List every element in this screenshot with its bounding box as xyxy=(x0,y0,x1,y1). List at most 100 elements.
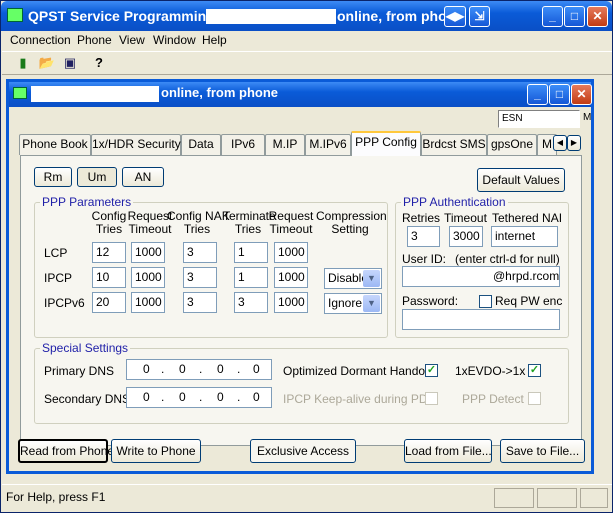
phone-icon[interactable]: ▮ xyxy=(12,53,34,75)
app-icon xyxy=(7,8,23,22)
ipcp-keepalive-checkbox xyxy=(425,392,438,405)
write-to-phone-button[interactable]: Write to Phone xyxy=(111,439,201,463)
lcp-config-tries-input[interactable]: 12 xyxy=(92,242,126,263)
lcp-request-timeout-input[interactable]: 1000 xyxy=(131,242,165,263)
secondary-dns-input[interactable]: 0 . 0 . 0 . 0 xyxy=(126,387,272,408)
minimize-button[interactable]: _ xyxy=(527,84,548,105)
tab-gpsone[interactable]: gpsOne xyxy=(487,134,537,155)
evdo-label: 1xEVDO->1x xyxy=(455,364,526,378)
menu-help[interactable]: Help xyxy=(202,33,227,47)
subtab-rm[interactable]: Rm xyxy=(34,167,72,187)
subtab-an[interactable]: AN xyxy=(122,167,164,187)
dormant-handoff-checkbox[interactable]: ✓ xyxy=(425,364,438,377)
tab-mipv6[interactable]: M.IPv6 xyxy=(305,134,351,155)
open-folder-icon[interactable]: 📂 xyxy=(36,53,58,75)
tab-phone-book[interactable]: Phone Book xyxy=(19,134,91,155)
ipcpv6-terminate-timeout-input[interactable]: 1000 xyxy=(274,292,308,313)
esn-suffix: M xyxy=(583,112,592,123)
tab-ppp-config[interactable]: PPP Config xyxy=(351,131,421,156)
redacted-phone-id xyxy=(206,9,336,24)
phone-child-window: online, from phone _ □ ✕ ESN M Phone Boo… xyxy=(6,79,594,474)
ipcpv6-config-tries-input[interactable]: 20 xyxy=(92,292,126,313)
esn-label: ESN xyxy=(502,113,523,124)
chevron-down-icon: ▼ xyxy=(363,270,380,287)
tab-1x-hdr-security[interactable]: 1x/HDR Security xyxy=(91,134,181,155)
subtab-um[interactable]: Um xyxy=(77,167,117,187)
tethered-nai-input[interactable]: internet xyxy=(491,226,558,247)
close-button[interactable]: ✕ xyxy=(587,6,608,27)
status-bar: For Help, press F1 xyxy=(2,484,612,512)
lcp-terminate-tries-input[interactable]: 1 xyxy=(234,242,268,263)
ipcp-config-nak-input[interactable]: 3 xyxy=(183,267,217,288)
primary-dns-label: Primary DNS xyxy=(44,364,115,378)
help-icon[interactable]: ? xyxy=(88,53,110,75)
tab-data[interactable]: Data xyxy=(181,134,221,155)
secondary-dns-octet-4: 0 xyxy=(253,390,260,404)
menu-view[interactable]: View xyxy=(119,33,145,47)
row-label-ipcpv6: IPCPv6 xyxy=(44,296,85,310)
password-input[interactable] xyxy=(402,309,560,330)
ipcpv6-terminate-tries-input[interactable]: 3 xyxy=(234,292,268,313)
retries-label: Retries xyxy=(402,211,441,225)
save-to-file-button[interactable]: Save to File... xyxy=(500,439,585,463)
req-pw-enc-label: Req PW enc xyxy=(495,294,563,308)
ipcp-config-tries-input[interactable]: 10 xyxy=(92,267,126,288)
auth-retries-input[interactable]: 3 xyxy=(407,226,440,247)
auth-timeout-input[interactable]: 3000 xyxy=(449,226,483,247)
tab-scroll-left-icon[interactable]: ◀ xyxy=(553,135,567,151)
evdo-checkbox[interactable]: ✓ xyxy=(528,364,541,377)
toolbar: ▮ 📂 ▣ ? xyxy=(2,51,612,75)
ipcp-request-timeout-input[interactable]: 1000 xyxy=(131,267,165,288)
default-values-button[interactable]: Default Values xyxy=(477,168,565,192)
primary-dns-octet-4: 0 xyxy=(253,362,260,376)
col-terminate-request-timeout: Request Timeout xyxy=(268,209,314,236)
ppp-authentication-title: PPP Authentication xyxy=(401,195,508,209)
req-pw-enc-checkbox[interactable] xyxy=(479,295,492,308)
menu-phone[interactable]: Phone xyxy=(77,33,112,47)
child-title-bar: online, from phone _ □ ✕ xyxy=(9,82,592,107)
ipcpv6-compression-select[interactable]: Ignore ▼ xyxy=(324,293,382,314)
primary-dns-octet-3: 0 xyxy=(217,362,224,376)
secondary-dns-label: Secondary DNS xyxy=(44,392,131,406)
tab-mip[interactable]: M.IP xyxy=(265,134,305,155)
maximize-button[interactable]: □ xyxy=(549,84,570,105)
primary-dns-input[interactable]: 0 . 0 . 0 . 0 xyxy=(126,359,272,380)
tab-scroll-right-icon[interactable]: ▶ xyxy=(567,135,581,151)
close-button[interactable]: ✕ xyxy=(571,84,592,105)
lcp-config-nak-input[interactable]: 3 xyxy=(183,242,217,263)
status-text: For Help, press F1 xyxy=(6,490,106,504)
ipcpv6-config-nak-input[interactable]: 3 xyxy=(183,292,217,313)
tab-brdcst-sms[interactable]: Brdcst SMS xyxy=(421,134,487,155)
col-compression-setting: Compression Setting xyxy=(316,209,387,236)
minimize-button[interactable]: _ xyxy=(542,6,563,27)
secondary-dns-octet-2: 0 xyxy=(179,390,186,404)
redacted-phone-id xyxy=(31,86,159,102)
timeout-label: Timeout xyxy=(444,211,487,225)
window-title-status: online, from phon xyxy=(337,8,456,24)
menu-window[interactable]: Window xyxy=(153,33,196,47)
user-id-label: User ID: xyxy=(402,252,447,266)
secondary-dns-octet-1: 0 xyxy=(143,390,150,404)
restore-window-icon[interactable]: ⇲ xyxy=(469,6,490,27)
save-icon[interactable]: ▣ xyxy=(59,53,81,75)
special-settings-title: Special Settings xyxy=(40,341,131,355)
menu-connection[interactable]: Connection xyxy=(10,33,71,47)
lcp-terminate-timeout-input[interactable]: 1000 xyxy=(274,242,308,263)
tab-scroll-icon[interactable]: ◀▶ xyxy=(444,6,466,27)
maximize-button[interactable]: □ xyxy=(564,6,585,27)
ipcp-terminate-tries-input[interactable]: 1 xyxy=(234,267,268,288)
load-from-file-button[interactable]: Load from File... xyxy=(404,439,492,463)
ipcp-keepalive-label: IPCP Keep-alive during PDP xyxy=(283,392,436,406)
col-config-tries: Config Tries xyxy=(91,209,127,236)
user-id-hint: (enter ctrl-d for null) xyxy=(455,252,560,266)
user-id-input[interactable]: @hrpd.rcom. xyxy=(402,266,560,287)
ipcp-compression-select[interactable]: Disable ▼ xyxy=(324,268,382,289)
exclusive-access-button[interactable]: Exclusive Access xyxy=(250,439,356,463)
main-window: QPST Service Programming - online, from … xyxy=(0,0,613,513)
ppp-detect-checkbox xyxy=(528,392,541,405)
ipcpv6-request-timeout-input[interactable]: 1000 xyxy=(131,292,165,313)
tab-ipv6[interactable]: IPv6 xyxy=(221,134,265,155)
read-from-phone-button[interactable]: Read from Phone xyxy=(18,439,114,463)
ipcp-terminate-timeout-input[interactable]: 1000 xyxy=(274,267,308,288)
primary-dns-octet-2: 0 xyxy=(179,362,186,376)
